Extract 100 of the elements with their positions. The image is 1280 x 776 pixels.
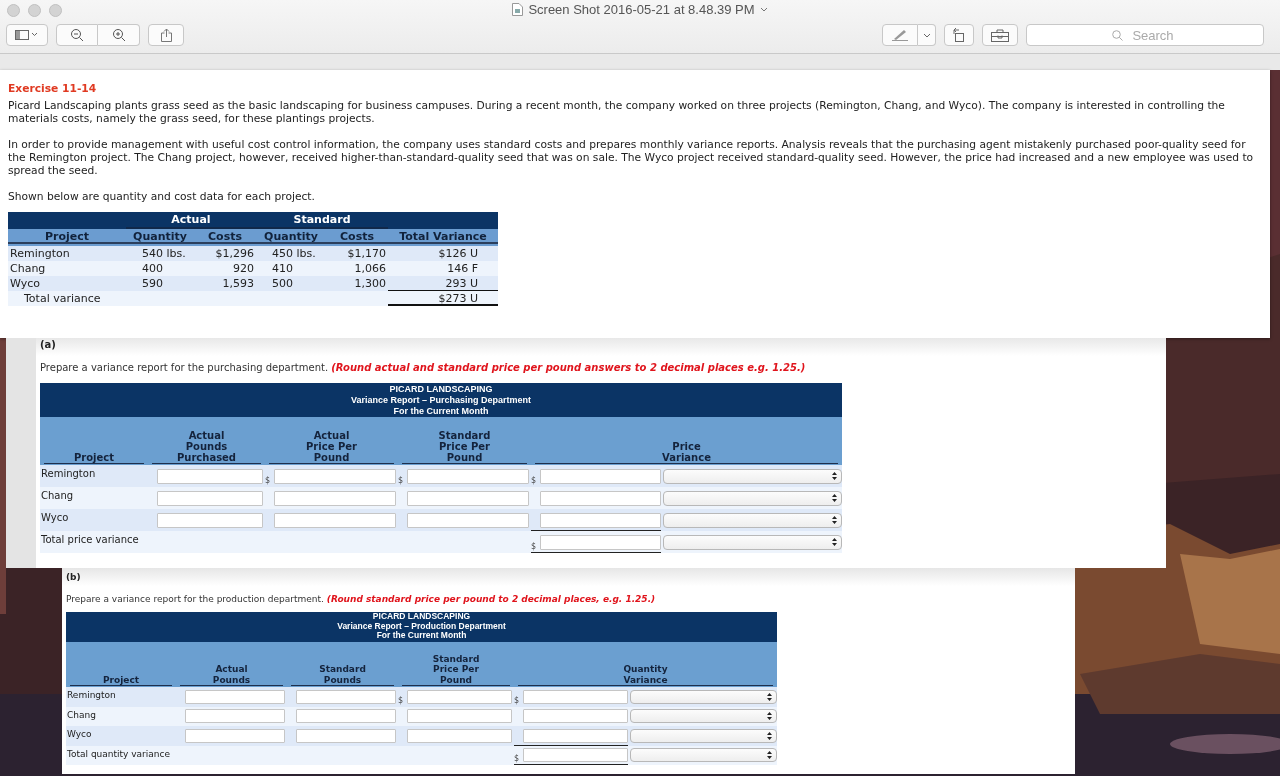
column-header: Actual Price Per Pound (269, 430, 394, 464)
report-title: PICARD LANDSCAPING (372, 612, 471, 622)
report-title: For the Current Month (376, 631, 467, 641)
markup-menu-button[interactable] (918, 24, 936, 46)
window-title: Screen Shot 2016-05-21 at 8.48.39 PM (528, 2, 755, 17)
project-label: Total quantity variance (66, 747, 171, 759)
up-down-arrows-icon (832, 538, 837, 546)
minimize-button[interactable] (28, 4, 41, 17)
variance-select[interactable] (663, 512, 842, 528)
markup-button[interactable] (882, 24, 918, 46)
amount-field[interactable] (296, 728, 396, 743)
toolbox-button[interactable] (982, 24, 1018, 46)
variance-select[interactable] (663, 534, 842, 550)
amount-field[interactable] (523, 728, 628, 743)
column-header: Actual Pounds Purchased (152, 430, 261, 464)
project-label: Remington (40, 467, 97, 479)
up-down-arrows-icon (832, 516, 837, 524)
table-cell: 1,066 (354, 261, 386, 275)
amount-field[interactable] (296, 709, 396, 724)
report-title: Variance Report – Production Department (337, 621, 506, 631)
group-header: Actual (171, 212, 211, 226)
table-cell: 590 (142, 276, 163, 290)
paragraph: In order to provide management with useful cost control information, the company uses standard costs and prepares monthly variance reports. Analysis reveals that the purchasing agent mistakenly purchased poor-quality seed for the Remington project. The Chang project, however, received higher-than-standard-quality seed that was on sale. The Wyco project received standard-quality seed. However, the price had increased and a new employee was used to spread the seed. (8, 138, 1255, 177)
amount-field[interactable] (274, 512, 396, 528)
variance-select[interactable] (630, 689, 777, 704)
currency-sign: $ (398, 695, 405, 707)
variance-select[interactable] (630, 748, 777, 763)
amount-field[interactable] (407, 490, 529, 506)
search-icon (1112, 30, 1123, 41)
rotate-button[interactable] (944, 24, 974, 46)
share-icon (160, 28, 172, 42)
amount-field[interactable] (157, 468, 263, 484)
variance-select[interactable] (630, 709, 777, 724)
report-title: For the Current Month (393, 406, 489, 417)
currency-sign: $ (398, 476, 405, 487)
amount-field[interactable] (157, 490, 263, 506)
amount-field[interactable] (274, 490, 396, 506)
amount-field[interactable] (540, 534, 661, 550)
amount-field[interactable] (523, 709, 628, 724)
zoom-in-button[interactable] (98, 24, 140, 46)
project-label: Wyco (40, 511, 70, 523)
project-label: Wyco (66, 728, 93, 739)
project-label: Total price variance (40, 533, 140, 545)
amount-field[interactable] (407, 468, 529, 484)
column-header: Quantity Variance (518, 664, 773, 686)
zoom-button[interactable] (49, 4, 62, 17)
rotate-icon (952, 28, 966, 42)
table-cell: 400 (142, 261, 163, 275)
amount-field[interactable] (185, 728, 285, 743)
amount-field[interactable] (407, 728, 512, 743)
project-label: Remington (66, 689, 117, 700)
amount-field[interactable] (407, 689, 512, 704)
amount-field[interactable] (523, 748, 628, 763)
paragraph: Shown below are quantity and cost data for each project. (8, 190, 316, 203)
up-down-arrows-icon (832, 494, 837, 502)
column-header: Project (70, 674, 172, 686)
up-down-arrows-icon (767, 692, 772, 701)
amount-field[interactable] (540, 512, 661, 528)
instruction: Prepare a variance report for the production department. (Round standard price per pound to 2 decimal places, e.g. 1.25.) (66, 594, 657, 604)
currency-sign: $ (265, 476, 272, 487)
project-label: Chang (66, 708, 97, 720)
table-cell: Chang (10, 261, 46, 275)
toolbox-icon (991, 28, 1009, 42)
zoom-in-icon (111, 28, 126, 42)
currency-sign: $ (531, 542, 538, 553)
sidebar-icon (15, 30, 39, 40)
table-cell: 500 (272, 276, 293, 290)
sidebar-button[interactable] (6, 24, 48, 46)
close-button[interactable] (7, 4, 20, 17)
search-field[interactable]: Search (1026, 24, 1264, 46)
exercise-title: Exercise 11-14 (8, 82, 98, 95)
column-header: Actual Pounds (180, 664, 283, 686)
instruction: Prepare a variance report for the purchasing department. (Round actual and standard price per pound answers to 2 decimal places e.g. 1.25.) (40, 362, 807, 373)
variance-select[interactable] (663, 468, 842, 484)
variance-select[interactable] (630, 728, 777, 743)
table-cell: 410 (272, 261, 293, 275)
up-down-arrows-icon (832, 472, 837, 480)
share-button[interactable] (148, 24, 184, 46)
column-header: Quantity (133, 229, 187, 243)
zoom-out-button[interactable] (56, 24, 98, 46)
document-icon (512, 3, 524, 16)
table-cell: 450 lbs. (272, 246, 316, 260)
amount-field[interactable] (185, 709, 285, 724)
total-label: Total variance (24, 291, 101, 305)
chevron-down-icon[interactable] (759, 7, 768, 12)
amount-field[interactable] (296, 689, 396, 704)
amount-field[interactable] (523, 689, 628, 704)
variance-select[interactable] (663, 490, 842, 506)
report-title: Variance Report – Purchasing Department (350, 395, 532, 406)
amount-field[interactable] (540, 490, 661, 506)
column-header: Standard Price Per Pound (402, 430, 527, 464)
amount-field[interactable] (185, 689, 285, 704)
amount-field[interactable] (274, 468, 396, 484)
amount-field[interactable] (407, 709, 512, 724)
table-cell: 1,300 (354, 276, 386, 290)
amount-field[interactable] (540, 468, 661, 484)
column-header: Standard Price Per Pound (402, 653, 510, 686)
amount-field[interactable] (407, 512, 529, 528)
amount-field[interactable] (157, 512, 263, 528)
table-cell: Wyco (10, 276, 40, 290)
